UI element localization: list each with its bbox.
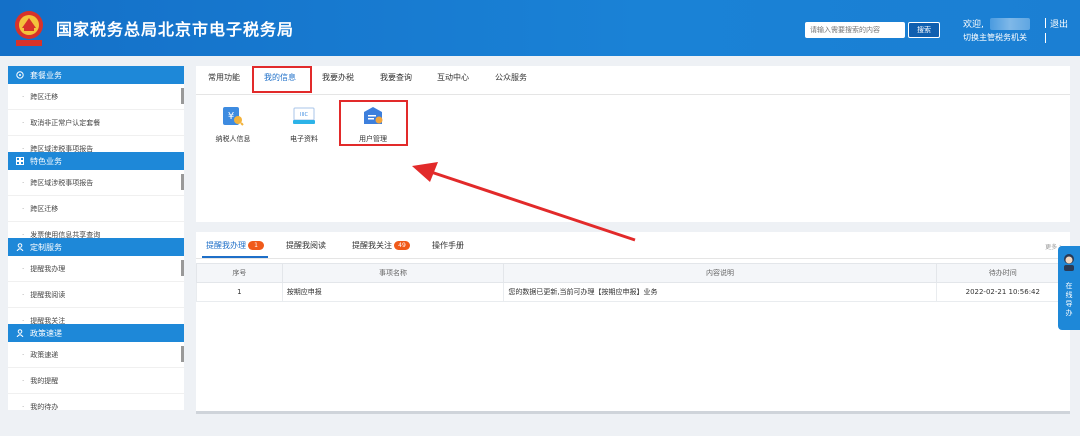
app-taxpayer-info[interactable]: ¥ 纳税人信息	[203, 104, 263, 144]
search-button[interactable]: 搜索	[908, 22, 940, 38]
sidebar-item[interactable]: 提醒我办理	[8, 256, 184, 282]
sidebar-section-header[interactable]: 政策速递	[8, 324, 184, 342]
app-e-document[interactable]: IIIC 电子资料	[274, 104, 334, 144]
table-cell[interactable]: 按期应申报	[281, 282, 505, 302]
svg-text:¥: ¥	[228, 111, 234, 122]
sidebar-item[interactable]: 我的待办	[8, 394, 184, 411]
tab-remind-handle[interactable]: 提醒我办理 1	[206, 240, 264, 251]
sidebar-section-header[interactable]: 定制服务	[8, 238, 184, 256]
sidebar-item[interactable]: 政策速递	[8, 342, 184, 368]
sidebar-item[interactable]: 取消非正常户认定套餐	[8, 110, 184, 136]
divider	[1045, 33, 1046, 43]
grid-icon	[16, 71, 24, 79]
divider	[1045, 18, 1046, 28]
sidebar-section-package: 套餐业务 跨区迁移 取消非正常户认定套餐 跨区域涉税事项报告	[8, 66, 184, 152]
table-row[interactable]: 1 按期应申报 您的数据已更新,当前可办理【按期应申报】业务 2022-02-2…	[196, 282, 1071, 302]
sidebar-section-custom: 定制服务 提醒我办理 提醒我阅读 提醒我关注	[8, 238, 184, 324]
sidebar-section-featured: 特色业务 跨区域涉税事项报告 跨区迁移 发票使用信息共享查询	[8, 152, 184, 238]
tab-remind-read[interactable]: 提醒我阅读	[286, 240, 326, 251]
sidebar-item[interactable]: 跨区域涉税事项报告	[8, 136, 184, 153]
top-header: 国家税务总局北京市电子税务局 搜索 欢迎, 切换主管税务机关 退出	[0, 0, 1080, 56]
tab-label: 提醒我阅读	[286, 241, 326, 250]
scrollbar[interactable]	[181, 88, 184, 104]
sidebar-item[interactable]: 跨区迁移	[8, 84, 184, 110]
sidebar-section-title: 套餐业务	[30, 70, 62, 80]
table-cell: 您的数据已更新,当前可办理【按期应申报】业务	[503, 282, 937, 302]
sidebar-item[interactable]: 提醒我关注	[8, 308, 184, 325]
sidebar: 套餐业务 跨区迁移 取消非正常户认定套餐 跨区域涉税事项报告 特色业务 跨区域涉…	[8, 66, 184, 410]
tab-tax-handling[interactable]: 我要办税	[322, 72, 354, 83]
scrollbar[interactable]	[181, 260, 184, 276]
username-redacted	[990, 18, 1030, 30]
grid-icon	[16, 157, 24, 165]
sidebar-section-title: 政策速递	[30, 328, 62, 338]
reminder-tab-bar: 提醒我办理 1 提醒我阅读 提醒我关注 49 操作手册 更多 >	[196, 232, 1070, 259]
sidebar-section-title: 定制服务	[30, 242, 62, 252]
online-guide-label: 在线导办	[1065, 282, 1073, 317]
todo-table: 序号 事项名称 内容说明 待办时间 1 按期应申报 您的数据已更新,当前可办理【…	[196, 263, 1071, 302]
highlight-box-user-management	[339, 100, 408, 146]
site-title: 国家税务总局北京市电子税务局	[56, 20, 295, 39]
col-header: 序号	[196, 263, 283, 283]
search-input[interactable]	[805, 22, 905, 38]
count-badge: 49	[394, 241, 410, 250]
sidebar-section-header[interactable]: 特色业务	[8, 152, 184, 170]
sidebar-item[interactable]: 我的提醒	[8, 368, 184, 394]
tab-common-functions[interactable]: 常用功能	[208, 72, 240, 83]
sidebar-section-policy: 政策速递 政策速递 我的提醒 我的待办	[8, 324, 184, 410]
tab-remind-follow[interactable]: 提醒我关注 49	[352, 240, 410, 251]
table-header-row: 序号 事项名称 内容说明 待办时间	[196, 263, 1071, 283]
welcome-text: 欢迎,	[963, 20, 984, 30]
tab-operation-manual[interactable]: 操作手册	[432, 240, 464, 251]
tab-interaction-center[interactable]: 互动中心	[437, 72, 469, 83]
online-guide-button[interactable]: 在线导办	[1058, 246, 1080, 330]
sidebar-item[interactable]: 跨区域涉税事项报告	[8, 170, 184, 196]
agent-avatar-icon	[1064, 254, 1074, 271]
svg-text:IIIC: IIIC	[300, 112, 308, 118]
user-icon	[16, 329, 24, 337]
tab-label: 操作手册	[432, 241, 464, 250]
e-document-icon: IIIC	[293, 107, 315, 124]
sidebar-section-header[interactable]: 套餐业务	[8, 66, 184, 84]
sidebar-item[interactable]: 发票使用信息共享查询	[8, 222, 184, 239]
reminder-panel: 提醒我办理 1 提醒我阅读 提醒我关注 49 操作手册 更多 > 序号 事项名称 内…	[196, 232, 1071, 414]
col-header: 内容说明	[503, 263, 937, 283]
tab-label: 提醒我办理	[206, 241, 246, 250]
function-panel: 常用功能 我的信息 我要办税 我要查询 互动中心 公众服务 ¥ 纳税人信息 II…	[196, 66, 1070, 222]
sidebar-item[interactable]: 跨区迁移	[8, 196, 184, 222]
tab-label: 提醒我关注	[352, 241, 392, 250]
taxpayer-info-icon: ¥	[223, 107, 244, 126]
table-cell: 1	[196, 282, 283, 302]
active-tab-indicator	[202, 256, 268, 258]
scrollbar[interactable]	[181, 346, 184, 362]
scrollbar[interactable]	[181, 174, 184, 190]
user-icon	[16, 243, 24, 251]
tab-query[interactable]: 我要查询	[380, 72, 412, 83]
table-cell: 2022-02-21 10:56:42	[935, 282, 1071, 302]
logout-link[interactable]: 退出	[1050, 17, 1068, 30]
col-header: 事项名称	[281, 263, 505, 283]
switch-tax-authority-link[interactable]: 切换主管税务机关	[963, 32, 1027, 43]
sidebar-section-title: 特色业务	[30, 156, 62, 166]
sidebar-item[interactable]: 提醒我阅读	[8, 282, 184, 308]
top-tab-bar: 常用功能 我的信息 我要办税 我要查询 互动中心 公众服务	[196, 66, 1070, 95]
horizontal-scrollbar[interactable]	[196, 411, 1070, 414]
app-label: 电子资料	[290, 135, 318, 143]
app-label: 纳税人信息	[215, 135, 251, 143]
tab-public-service[interactable]: 公众服务	[495, 72, 527, 83]
highlight-box-my-info	[252, 66, 312, 93]
count-badge: 1	[248, 241, 264, 250]
national-emblem-icon	[15, 11, 43, 46]
col-header: 待办时间	[935, 263, 1071, 283]
